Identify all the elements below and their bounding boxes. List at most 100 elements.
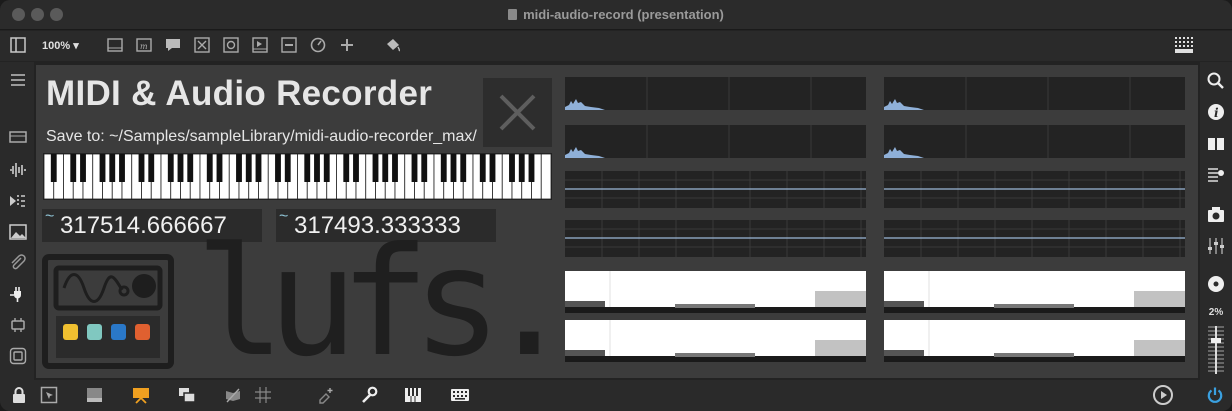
chip-icon[interactable] xyxy=(9,316,27,334)
spectrogram-band xyxy=(565,350,605,356)
slider-icon[interactable] xyxy=(280,36,300,56)
black-key[interactable] xyxy=(343,154,350,182)
spectrogram-band xyxy=(994,304,1074,308)
book-icon[interactable] xyxy=(1206,134,1226,154)
add-icon[interactable] xyxy=(338,36,358,56)
close-toggle[interactable] xyxy=(483,78,552,147)
zoom-select[interactable]: 100% ▾ xyxy=(42,36,86,56)
window-title-text: midi-audio-record (presentation) xyxy=(523,7,724,22)
bottom-toolbar xyxy=(0,380,1232,411)
black-key[interactable] xyxy=(323,154,330,182)
black-key[interactable] xyxy=(314,154,320,182)
panel-icon[interactable] xyxy=(106,36,126,56)
power-icon[interactable] xyxy=(1206,386,1224,404)
black-key[interactable] xyxy=(353,154,359,182)
windows-icon[interactable] xyxy=(178,386,196,404)
spectrogram-left-1 xyxy=(565,271,866,313)
dial-icon[interactable] xyxy=(309,36,329,56)
black-key[interactable] xyxy=(148,154,155,182)
black-key[interactable] xyxy=(411,154,418,182)
snap-icon[interactable] xyxy=(224,386,242,404)
spectrum-scope-right-1 xyxy=(884,77,1185,110)
info-icon[interactable]: i xyxy=(1206,102,1226,122)
frame-icon[interactable] xyxy=(9,347,27,365)
spectrogram-left-2 xyxy=(565,320,866,362)
black-key[interactable] xyxy=(372,154,379,182)
play-icon[interactable] xyxy=(251,36,271,56)
comment-icon[interactable] xyxy=(164,36,184,56)
white-key[interactable] xyxy=(540,153,552,200)
audio-icon[interactable] xyxy=(9,161,27,179)
black-key[interactable] xyxy=(304,154,311,182)
patcher-icon[interactable] xyxy=(86,386,104,404)
spectrogram-band xyxy=(675,353,755,357)
left-sidebar xyxy=(0,62,34,380)
spectrum-scope-right-2 xyxy=(884,125,1185,158)
black-key[interactable] xyxy=(236,154,242,182)
device-icon[interactable] xyxy=(9,128,27,146)
camera-icon[interactable] xyxy=(1206,205,1226,225)
black-key[interactable] xyxy=(70,154,77,182)
black-key[interactable] xyxy=(206,154,213,182)
plug-icon[interactable] xyxy=(9,285,27,303)
spectrum-scope-left-1 xyxy=(565,77,866,110)
black-key[interactable] xyxy=(421,154,428,182)
black-key[interactable] xyxy=(284,154,291,182)
keyboard-icon[interactable] xyxy=(450,386,469,404)
spectrogram-band xyxy=(994,353,1074,357)
black-key[interactable] xyxy=(80,154,86,182)
black-key[interactable] xyxy=(109,154,116,182)
step-icon[interactable] xyxy=(9,192,27,210)
spectrogram-band xyxy=(675,304,755,308)
black-key[interactable] xyxy=(275,154,281,182)
grid-icon[interactable] xyxy=(1174,36,1196,56)
black-key[interactable] xyxy=(99,154,106,182)
wrench-icon[interactable] xyxy=(360,386,378,404)
black-key[interactable] xyxy=(50,154,57,182)
spectrogram-band xyxy=(1134,291,1185,307)
grid-icon[interactable] xyxy=(254,386,272,404)
black-key[interactable] xyxy=(450,154,457,182)
black-key[interactable] xyxy=(528,154,535,182)
black-key[interactable] xyxy=(187,154,194,182)
black-key[interactable] xyxy=(216,154,223,182)
paint-bucket-icon[interactable] xyxy=(384,36,404,56)
black-key[interactable] xyxy=(119,154,125,182)
display-icon[interactable] xyxy=(132,386,150,404)
presentation-mode-icon[interactable] xyxy=(40,386,58,404)
debug-icon[interactable] xyxy=(316,386,334,404)
black-key[interactable] xyxy=(138,154,145,182)
image-icon[interactable] xyxy=(9,223,27,241)
message-icon[interactable]: m xyxy=(135,36,155,56)
transport-icon[interactable] xyxy=(1152,384,1174,406)
black-key[interactable] xyxy=(518,154,525,182)
waveform-scope-right-1 xyxy=(884,171,1185,208)
piano-icon[interactable] xyxy=(404,386,422,404)
black-key[interactable] xyxy=(382,154,389,182)
black-key[interactable] xyxy=(177,154,184,182)
piano-keyboard[interactable] xyxy=(43,153,552,200)
black-key[interactable] xyxy=(167,154,174,182)
piano-keys[interactable] xyxy=(43,153,552,200)
black-key[interactable] xyxy=(255,154,262,182)
lock-icon[interactable] xyxy=(10,386,28,404)
toolbar: 100% ▾ m xyxy=(0,31,1232,61)
black-key[interactable] xyxy=(245,154,252,182)
search-icon[interactable] xyxy=(1206,71,1226,91)
black-key[interactable] xyxy=(509,154,515,182)
black-key[interactable] xyxy=(440,154,447,182)
clip-icon[interactable] xyxy=(9,254,27,272)
black-key[interactable] xyxy=(489,154,496,182)
menu-icon[interactable] xyxy=(9,71,27,89)
black-key[interactable] xyxy=(460,154,467,182)
black-key[interactable] xyxy=(479,154,486,182)
waveform-scope-left-2 xyxy=(565,220,866,257)
sidebar-toggle-icon[interactable] xyxy=(9,36,29,56)
black-key[interactable] xyxy=(392,154,398,182)
cd-icon[interactable] xyxy=(1206,274,1226,294)
cpu-meter-icon[interactable] xyxy=(1208,324,1224,376)
list-icon[interactable] xyxy=(1206,165,1226,185)
toggle-icon[interactable] xyxy=(193,36,213,56)
mixer-icon[interactable] xyxy=(1206,236,1226,256)
button-icon[interactable] xyxy=(222,36,242,56)
